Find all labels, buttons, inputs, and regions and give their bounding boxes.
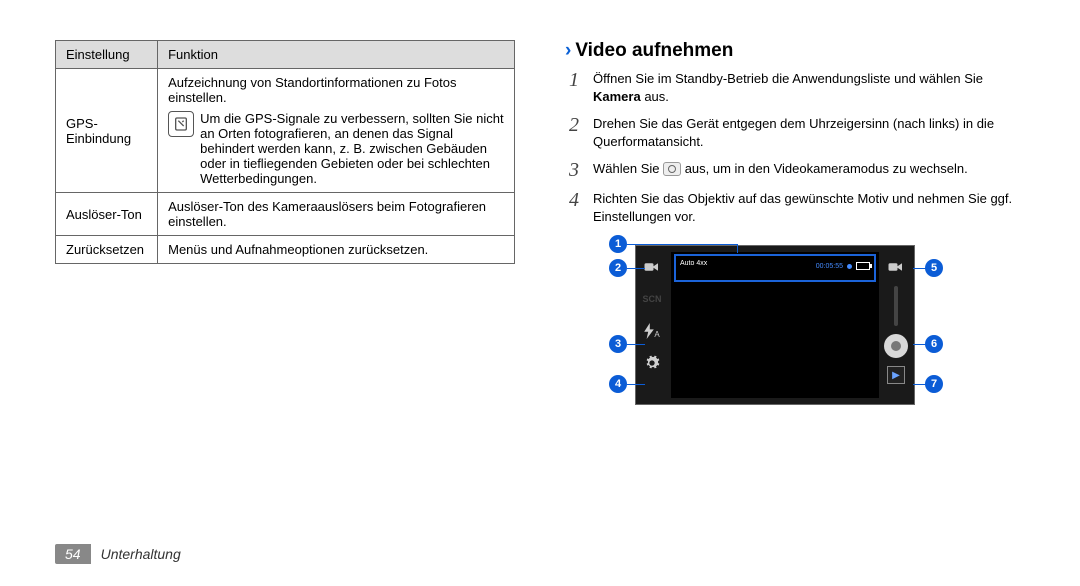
callout-5: 5 xyxy=(925,259,943,277)
step-number: 3 xyxy=(565,160,583,180)
camera-screen: Auto 4xx 00:05:55 SCN A xyxy=(635,245,915,405)
flash-mode-icon[interactable]: A xyxy=(641,320,663,342)
status-bar-highlight: Auto 4xx 00:05:55 xyxy=(674,254,876,282)
camcorder-mode-icon[interactable] xyxy=(641,256,663,278)
col-setting: Einstellung xyxy=(56,41,158,69)
callout-7: 7 xyxy=(925,375,943,393)
scene-mode-icon[interactable]: SCN xyxy=(641,288,663,310)
page-footer: 54 Unterhaltung xyxy=(55,544,181,564)
step-item: 2 Drehen Sie das Gerät entgegen dem Uhrz… xyxy=(565,115,1025,150)
section-title: › Video aufnehmen xyxy=(565,40,1025,62)
record-dot-icon xyxy=(847,264,852,269)
setting-name: Auslöser-Ton xyxy=(56,193,158,236)
status-mode-label: Auto 4xx xyxy=(680,260,707,268)
page-number: 54 xyxy=(55,544,91,564)
record-button[interactable] xyxy=(884,334,908,358)
step-text: Drehen Sie das Gerät entgegen dem Uhrzei… xyxy=(593,115,1025,150)
callout-2: 2 xyxy=(609,259,627,277)
setting-tip: Um die GPS-Signale zu verbessern, sollte… xyxy=(200,111,504,186)
step-number: 1 xyxy=(565,70,583,90)
camera-ui-diagram: Auto 4xx 00:05:55 SCN A xyxy=(565,235,985,420)
callout-6: 6 xyxy=(925,335,943,353)
note-icon xyxy=(168,111,194,137)
settings-table: Einstellung Funktion GPS-Einbindung Aufz… xyxy=(55,40,515,264)
settings-gear-icon[interactable] xyxy=(641,352,663,374)
step-item: 1 Öffnen Sie im Standby-Betrieb die Anwe… xyxy=(565,70,1025,105)
chevron-icon: › xyxy=(565,40,571,62)
setting-function: Auslöser-Ton des Kameraauslösers beim Fo… xyxy=(158,193,515,236)
battery-icon xyxy=(856,262,870,270)
table-row: Zurücksetzen Menüs und Aufnahmeoptionen … xyxy=(56,236,515,264)
chapter-name: Unterhaltung xyxy=(101,546,181,562)
col-function: Funktion xyxy=(158,41,515,69)
table-row: GPS-Einbindung Aufzeichnung von Standort… xyxy=(56,69,515,193)
callout-3: 3 xyxy=(609,335,627,353)
step-item: 4 Richten Sie das Objektiv auf das gewün… xyxy=(565,190,1025,225)
setting-function: Menüs und Aufnahmeoptionen zurücksetzen. xyxy=(158,236,515,264)
callout-1: 1 xyxy=(609,235,627,253)
step-item: 3 Wählen Sie aus, um in den Videokameram… xyxy=(565,160,1025,180)
callout-4: 4 xyxy=(609,375,627,393)
camera-icon xyxy=(663,162,681,176)
step-text: Richten Sie das Objektiv auf das gewünsc… xyxy=(593,190,1025,225)
setting-name: GPS-Einbindung xyxy=(56,69,158,193)
step-number: 4 xyxy=(565,190,583,210)
zoom-slider[interactable] xyxy=(894,286,898,326)
setting-function: Aufzeichnung von Standortinformationen z… xyxy=(158,69,515,193)
timecode: 00:05:55 xyxy=(816,263,843,270)
table-row: Auslöser-Ton Auslöser-Ton des Kameraausl… xyxy=(56,193,515,236)
playback-button[interactable]: ▶ xyxy=(887,366,905,384)
step-text: Öffnen Sie im Standby-Betrieb die Anwend… xyxy=(593,70,1025,105)
switch-mode-icon[interactable] xyxy=(885,256,907,278)
step-text: Wählen Sie aus, um in den Videokameramod… xyxy=(593,160,1025,178)
setting-name: Zurücksetzen xyxy=(56,236,158,264)
step-number: 2 xyxy=(565,115,583,135)
